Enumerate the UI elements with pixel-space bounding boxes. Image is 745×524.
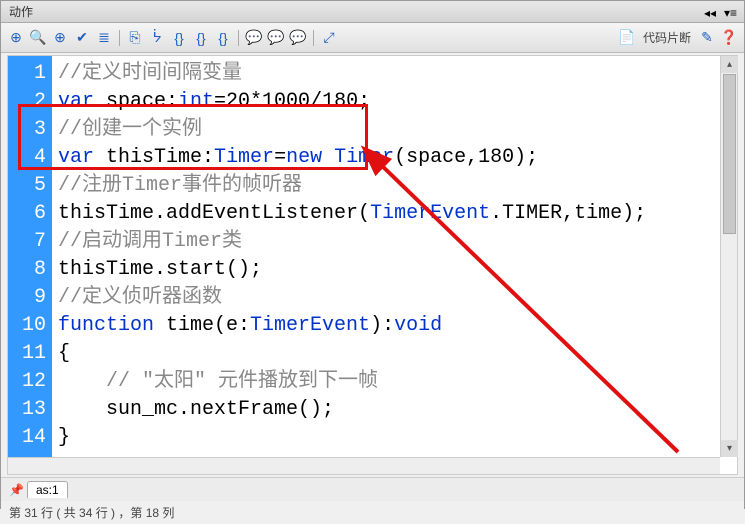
code-line[interactable]: sun_mc.nextFrame(); [58, 396, 731, 424]
check-icon[interactable]: ✔ [73, 29, 91, 47]
code-token: int [178, 90, 214, 113]
code-token: //启动调用Timer类 [58, 230, 242, 253]
collapse-icon[interactable]: ◂◂ [704, 6, 716, 18]
line-number: 8 [12, 256, 46, 284]
code-token: } [58, 426, 70, 449]
code-body[interactable]: //定义时间间隔变量var space:int=20*1000/180;//创建… [52, 56, 737, 474]
code-token: thisTime.addEventListener( [58, 202, 370, 225]
code-line[interactable]: var thisTime:Timer=new Timer(space,180); [58, 144, 731, 172]
code-token: sun_mc.nextFrame(); [58, 398, 334, 421]
code-token: time(e: [154, 314, 250, 337]
code-token: //定义时间间隔变量 [58, 62, 242, 85]
code-line[interactable]: thisTime.addEventListener(TimerEvent.TIM… [58, 200, 731, 228]
code-token: (space,180); [394, 146, 538, 169]
pin-icon[interactable]: 📌 [9, 483, 23, 497]
code-token: //创建一个实例 [58, 118, 202, 141]
code-token: var [58, 90, 94, 113]
code-token: =20*1000/180; [214, 90, 370, 113]
line-number: 9 [12, 284, 46, 312]
code-token: Timer [334, 146, 394, 169]
code-line[interactable]: //启动调用Timer类 [58, 228, 731, 256]
code-token: var [58, 146, 94, 169]
code-token: = [274, 146, 286, 169]
code-token: space: [94, 90, 178, 113]
tabs-bar: 📌 as:1 [1, 477, 744, 501]
separator [238, 30, 239, 46]
horizontal-scrollbar[interactable] [8, 457, 720, 474]
code-token: TimerEvent [250, 314, 370, 337]
code-token: new [286, 146, 322, 169]
scroll-up-icon[interactable]: ▴ [721, 56, 738, 73]
toolbar: ⊕ 🔍 ⊕ ✔ ≣ ⎘ ᔮ {} {} {} 💬 💬 💬 ⤢ 📄 代码片断 ✎ … [1, 23, 744, 53]
brace2-icon[interactable]: {} [192, 29, 210, 47]
line-number: 14 [12, 424, 46, 452]
code-token: Timer [214, 146, 274, 169]
code-line[interactable]: { [58, 340, 731, 368]
line-gutter: 1234567891011121314 [8, 56, 52, 474]
line-number: 13 [12, 396, 46, 424]
code-line[interactable]: // "太阳" 元件播放到下一帧 [58, 368, 731, 396]
line-number: 3 [12, 116, 46, 144]
status-bar: 第 31 行 ( 共 34 行 ) ，第 18 列 [1, 501, 744, 524]
code-token [322, 146, 334, 169]
code-token: // "太阳" 元件播放到下一帧 [106, 370, 378, 393]
panel-title: 动作 [9, 3, 33, 20]
line-number: 6 [12, 200, 46, 228]
code-line[interactable]: //创建一个实例 [58, 116, 731, 144]
code-token: //注册Timer事件的帧听器 [58, 174, 302, 197]
add-icon[interactable]: ⊕ [7, 29, 25, 47]
format-icon[interactable]: ≣ [95, 29, 113, 47]
menu-icon[interactable]: ▾≡ [724, 6, 736, 18]
line-number: 1 [12, 60, 46, 88]
line-number: 5 [12, 172, 46, 200]
code-token: void [394, 314, 442, 337]
code-line[interactable]: //注册Timer事件的帧听器 [58, 172, 731, 200]
line-number: 7 [12, 228, 46, 256]
line-number: 12 [12, 368, 46, 396]
code-token: .TIMER,time); [490, 202, 646, 225]
code-token: TimerEvent [370, 202, 490, 225]
script-tab[interactable]: as:1 [27, 481, 68, 498]
panel-header: 动作 ◂◂ ▾≡ [1, 1, 744, 23]
help-icon[interactable]: ❓ [720, 29, 738, 47]
comment3-icon[interactable]: 💬 [289, 29, 307, 47]
code-token: function [58, 314, 154, 337]
debug-icon[interactable]: ᔮ [148, 29, 166, 47]
code-line[interactable]: } [58, 424, 731, 452]
separator [313, 30, 314, 46]
code-token: { [58, 342, 70, 365]
hint-icon[interactable]: ⎘ [126, 29, 144, 47]
line-number: 11 [12, 340, 46, 368]
line-number: 2 [12, 88, 46, 116]
wand-icon[interactable]: ✎ [698, 29, 716, 47]
code-token: ): [370, 314, 394, 337]
scroll-thumb[interactable] [723, 74, 736, 234]
code-line[interactable]: thisTime.start(); [58, 256, 731, 284]
scroll-down-icon[interactable]: ▾ [721, 440, 738, 457]
code-line[interactable]: var space:int=20*1000/180; [58, 88, 731, 116]
code-token: //定义侦听器函数 [58, 286, 222, 309]
code-snippet-button[interactable]: 代码片断 [640, 29, 694, 46]
brace1-icon[interactable]: {} [170, 29, 188, 47]
code-editor[interactable]: 1234567891011121314 //定义时间间隔变量var space:… [7, 55, 738, 475]
line-number: 4 [12, 144, 46, 172]
code-token: thisTime: [94, 146, 214, 169]
code-token: thisTime.start(); [58, 258, 262, 281]
code-line[interactable]: //定义侦听器函数 [58, 284, 731, 312]
code-line[interactable]: //定义时间间隔变量 [58, 60, 731, 88]
separator [119, 30, 120, 46]
script-icon[interactable]: 📄 [618, 29, 636, 47]
comment2-icon[interactable]: 💬 [267, 29, 285, 47]
line-number: 10 [12, 312, 46, 340]
code-line[interactable]: function time(e:TimerEvent):void [58, 312, 731, 340]
target-icon[interactable]: ⊕ [51, 29, 69, 47]
comment-icon[interactable]: 💬 [245, 29, 263, 47]
brace3-icon[interactable]: {} [214, 29, 232, 47]
expand-icon[interactable]: ⤢ [320, 29, 338, 47]
code-token [58, 370, 106, 393]
search-icon[interactable]: 🔍 [29, 29, 47, 47]
vertical-scrollbar[interactable]: ▴ ▾ [720, 56, 737, 457]
